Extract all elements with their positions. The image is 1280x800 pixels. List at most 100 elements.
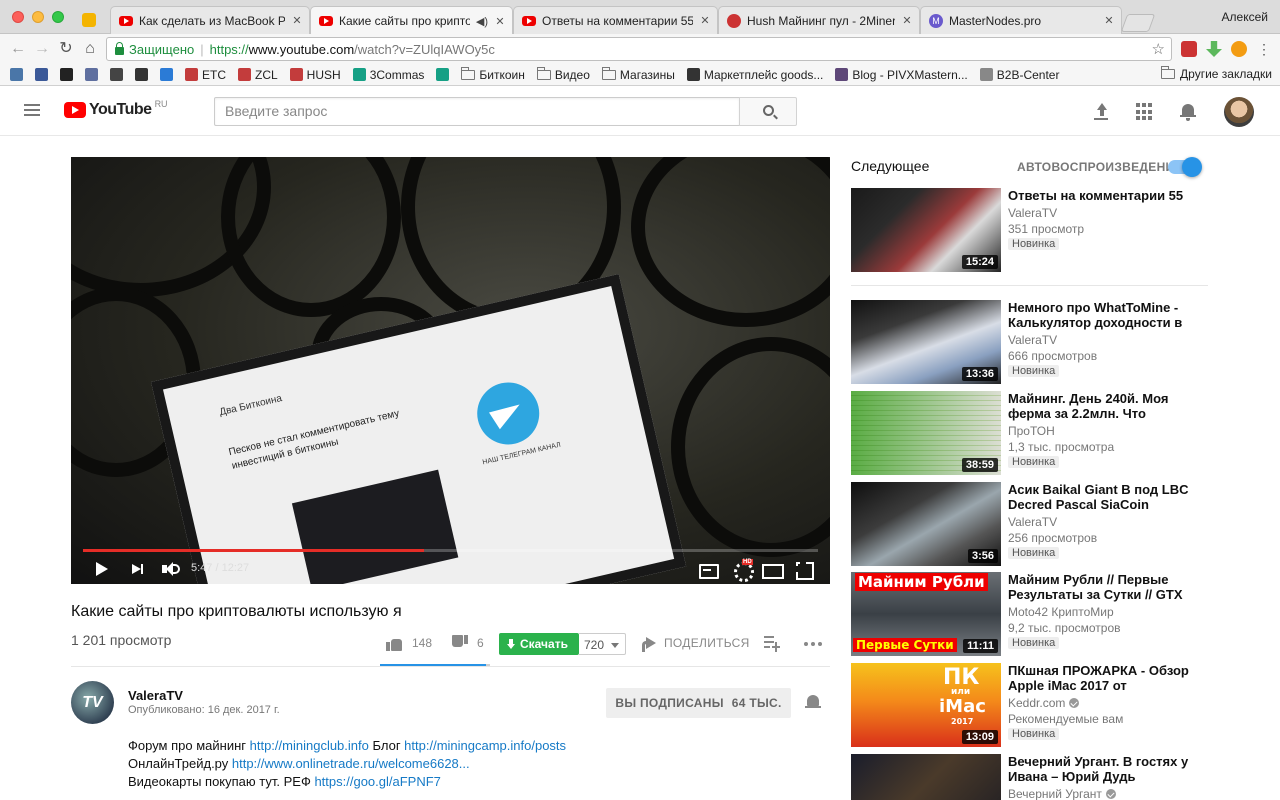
profile-name[interactable]: Алексей — [1222, 10, 1268, 24]
account-avatar[interactable] — [1224, 97, 1254, 127]
bookmark-item[interactable]: Магазины — [601, 66, 675, 82]
bookmark-item[interactable]: ZCL — [238, 68, 278, 82]
bookmark-item[interactable] — [160, 68, 173, 81]
recommendation-item[interactable]: 3:56 Асик Baikal Giant B под LBC Decred … — [851, 482, 1211, 566]
bookmark-item[interactable] — [436, 68, 450, 81]
description-link[interactable]: https://goo.gl/aFPNF7 — [314, 774, 440, 789]
bookmark-item[interactable] — [35, 68, 48, 81]
browser-tab[interactable]: M MasterNodes.pro ✕ — [920, 6, 1122, 34]
recommendation-channel[interactable]: Moto42 КриптоМир — [1008, 605, 1114, 619]
theater-mode-icon[interactable] — [761, 559, 784, 579]
channel-name[interactable]: ValeraTV — [128, 688, 183, 703]
pinned-tab[interactable] — [74, 6, 104, 34]
recommendation-channel[interactable]: Keddr.com — [1008, 696, 1080, 710]
bookmark-item[interactable] — [135, 68, 148, 81]
bookmark-item[interactable]: 3Commas — [352, 68, 424, 82]
bookmark-item[interactable]: Blog - PIVXMastern... — [835, 68, 968, 82]
address-bar[interactable]: Защищено | https://www.youtube.com/watch… — [106, 37, 1172, 61]
subtitles-icon[interactable] — [697, 559, 719, 579]
tab-close-icon[interactable]: ✕ — [494, 15, 506, 28]
window-zoom-button[interactable] — [52, 11, 64, 23]
share-button[interactable]: ПОДЕЛИТЬСЯ — [664, 636, 750, 650]
description-link[interactable]: http://miningcamp.info/posts — [404, 738, 566, 753]
bookmark-item[interactable]: B2B-Center — [979, 68, 1059, 82]
window-minimize-button[interactable] — [32, 11, 44, 23]
extension-fox-icon[interactable] — [1231, 41, 1247, 57]
bookmark-item[interactable]: Видео — [536, 66, 590, 82]
recommendation-channel[interactable]: ValeraTV — [1008, 206, 1057, 220]
recommendation-item[interactable]: Майним Рубли Первые Сутки 11:11 Майним Р… — [851, 572, 1211, 656]
quality-select[interactable]: 720 — [579, 633, 626, 655]
thumb-down-icon[interactable] — [452, 635, 468, 651]
tab-close-icon[interactable]: ✕ — [699, 14, 711, 27]
forward-arrow-icon[interactable]: → — [32, 39, 52, 59]
other-bookmarks[interactable]: Другие закладки — [1161, 66, 1272, 81]
notifications-bell-icon[interactable] — [1179, 103, 1197, 121]
recommendation-title[interactable]: Майним Рубли // Первые Результаты за Сут… — [1008, 572, 1203, 602]
search-button[interactable] — [739, 97, 797, 126]
extension-calendar-icon[interactable] — [1181, 41, 1197, 57]
bookmark-item[interactable] — [85, 68, 98, 81]
recommendation-item[interactable]: Вечерний Ургант. В гостях у Ивана – Юрий… — [851, 754, 1211, 800]
video-player[interactable]: Два Биткоина Песков не стал комментирова… — [71, 157, 830, 584]
recommendation-thumbnail[interactable]: 38:59 — [851, 391, 1001, 475]
autoplay-toggle[interactable] — [1168, 157, 1202, 177]
recommendation-thumbnail[interactable]: Майним Рубли Первые Сутки 11:11 — [851, 572, 1001, 656]
bookmark-item[interactable] — [10, 68, 23, 81]
settings-gear-icon[interactable]: HD — [731, 559, 754, 582]
channel-notification-bell-icon[interactable] — [805, 695, 821, 709]
recommendation-channel[interactable]: ValeraTV — [1008, 515, 1057, 529]
chrome-menu-icon[interactable]: ⋮ — [1254, 39, 1274, 59]
tab-close-icon[interactable]: ✕ — [291, 14, 303, 27]
recommendation-item[interactable]: 38:59 Майнинг. День 240й. Моя ферма за 2… — [851, 391, 1211, 475]
tab-close-icon[interactable]: ✕ — [1103, 14, 1115, 27]
bookmark-item[interactable]: ETC — [185, 68, 226, 82]
bookmark-item[interactable]: Маркетплейс goods... — [686, 68, 823, 82]
recommendation-title[interactable]: Ответы на комментарии 55 — [1008, 188, 1203, 203]
recommendation-item[interactable]: 13:36 Немного про WhatToMine - Калькулят… — [851, 300, 1211, 384]
bookmark-item[interactable]: Биткоин — [461, 66, 525, 82]
add-to-playlist-icon[interactable] — [764, 636, 780, 652]
recommendation-title[interactable]: ПКшная ПРОЖАРКА - Обзор Apple iMac 2017 … — [1008, 663, 1203, 693]
bookmark-item[interactable] — [110, 68, 123, 81]
recommendation-item[interactable]: ПК или iMac 2017 13:09 ПКшная ПРОЖАРКА -… — [851, 663, 1211, 747]
fullscreen-icon[interactable] — [793, 559, 814, 580]
description-link[interactable]: http://miningclub.info — [250, 738, 369, 753]
next-icon[interactable] — [128, 559, 148, 579]
bookmark-item[interactable] — [60, 68, 73, 81]
recommendation-thumbnail[interactable] — [851, 754, 1001, 800]
description-link[interactable]: http://www.onlinetrade.ru/welcome6628... — [232, 756, 470, 771]
download-button[interactable]: Скачать — [499, 633, 579, 655]
recommendation-thumbnail[interactable]: 13:36 — [851, 300, 1001, 384]
recommendation-title[interactable]: Немного про WhatToMine - Калькулятор дох… — [1008, 300, 1203, 330]
progress-bar[interactable] — [83, 549, 818, 552]
volume-icon[interactable] — [160, 559, 180, 579]
recommendation-channel[interactable]: ПроТОН — [1008, 424, 1055, 438]
youtube-logo[interactable]: YouTube RU — [64, 99, 168, 119]
like-count[interactable]: 148 — [412, 636, 432, 650]
thumb-up-icon[interactable] — [386, 635, 402, 651]
extension-download-icon[interactable] — [1206, 41, 1222, 57]
browser-tab[interactable]: Hush Майнинг пул - 2Miners ✕ — [718, 6, 920, 34]
share-icon[interactable] — [642, 637, 656, 652]
reload-icon[interactable]: ↻ — [56, 39, 76, 59]
speaker-icon[interactable]: ◀︎) — [476, 15, 488, 28]
hamburger-menu-icon[interactable] — [24, 104, 40, 116]
recommendation-title[interactable]: Асик Baikal Giant B под LBC Decred Pasca… — [1008, 482, 1203, 512]
recommendation-thumbnail[interactable]: 15:24 — [851, 188, 1001, 272]
recommendation-item[interactable]: 15:24 Ответы на комментарии 55 ValeraTV … — [851, 188, 1211, 272]
recommendation-channel[interactable]: Вечерний Ургант — [1008, 787, 1116, 800]
recommendation-channel[interactable]: ValeraTV — [1008, 333, 1057, 347]
channel-avatar[interactable]: TV — [71, 681, 114, 724]
search-input[interactable]: Введите запрос — [214, 97, 740, 126]
recommendation-title[interactable]: Вечерний Ургант. В гостях у Ивана – Юрий… — [1008, 754, 1203, 784]
window-close-button[interactable] — [12, 11, 24, 23]
apps-grid-icon[interactable] — [1136, 103, 1154, 121]
recommendation-thumbnail[interactable]: 3:56 — [851, 482, 1001, 566]
play-icon[interactable] — [91, 559, 111, 579]
dislike-count[interactable]: 6 — [477, 636, 484, 650]
recommendation-title[interactable]: Майнинг. День 240й. Моя ферма за 2.2млн.… — [1008, 391, 1203, 421]
home-icon[interactable]: ⌂ — [80, 39, 100, 59]
back-arrow-icon[interactable]: ← — [8, 39, 28, 59]
bookmark-star-icon[interactable]: ☆ — [1152, 40, 1165, 58]
